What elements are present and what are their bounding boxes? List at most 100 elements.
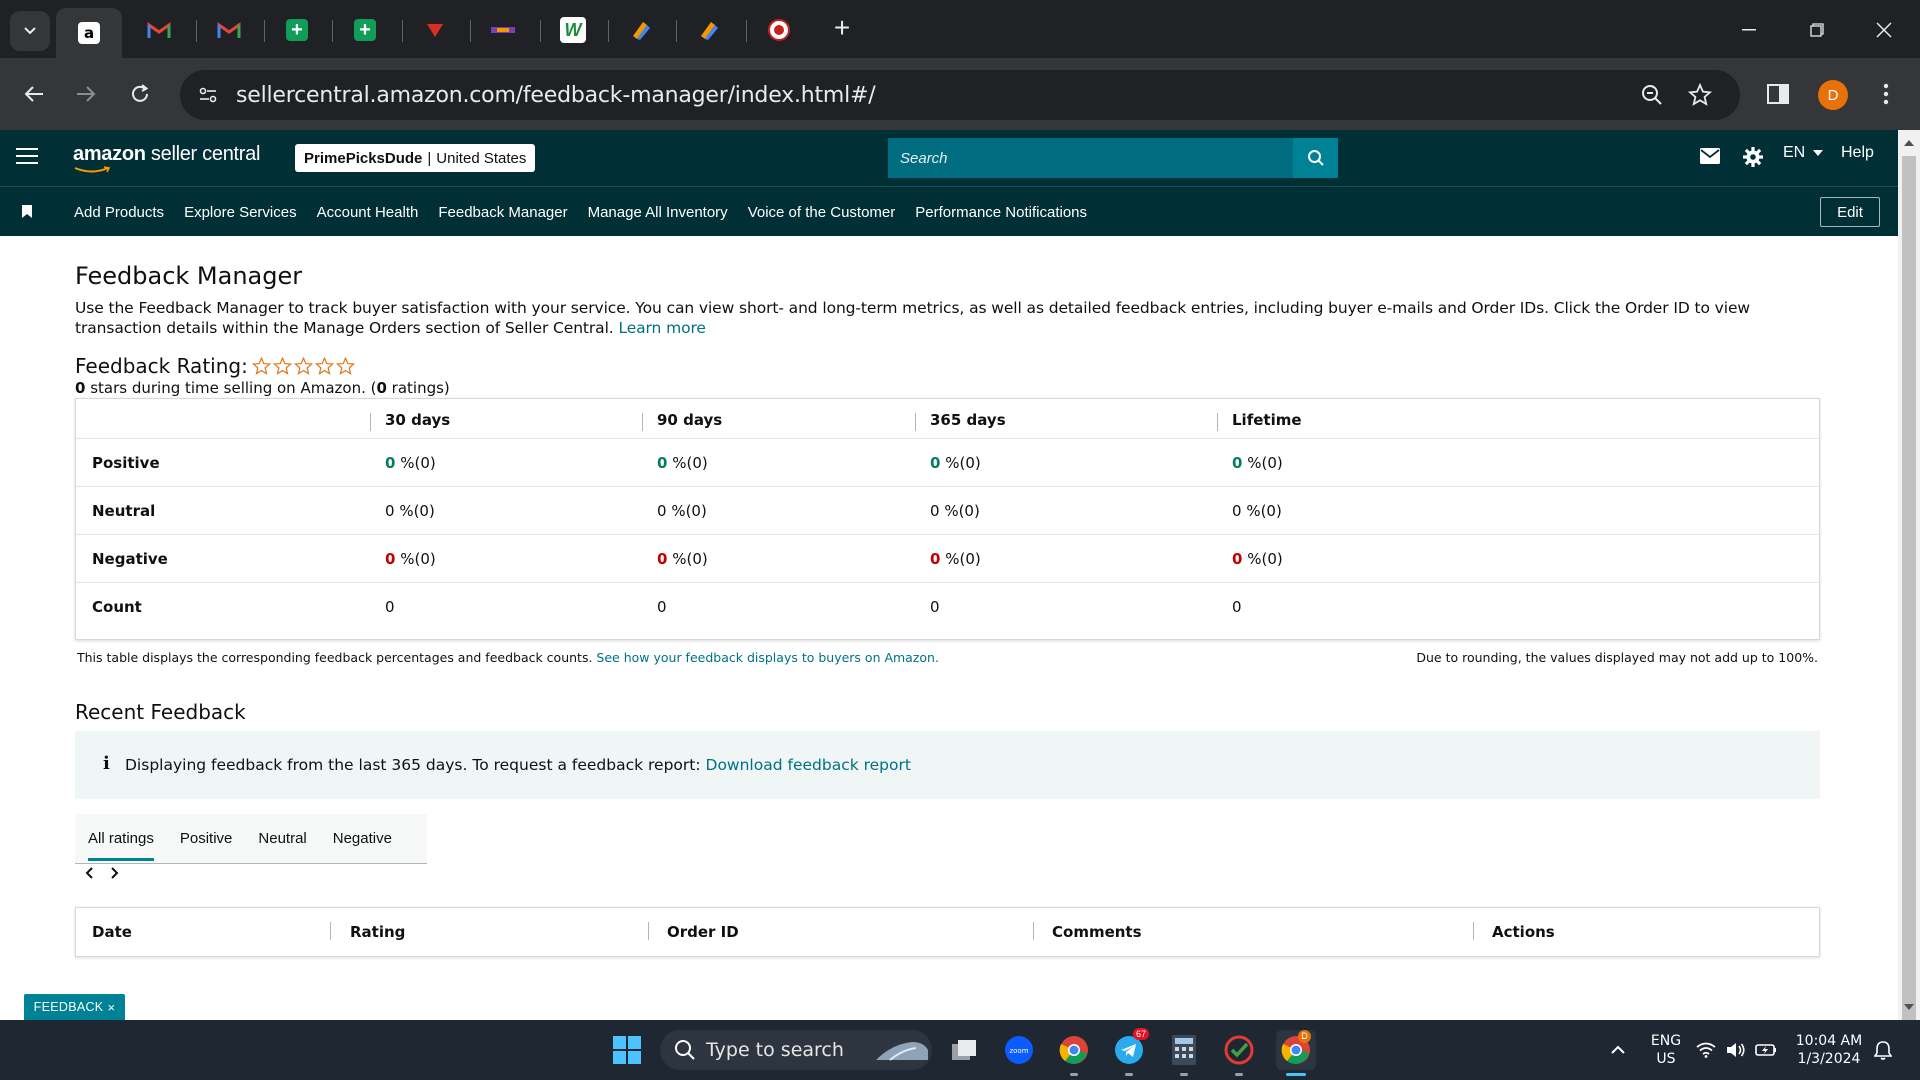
volume-icon[interactable] (1724, 1032, 1748, 1068)
show-hidden-icons-button[interactable] (1600, 1032, 1636, 1068)
minimize-button[interactable] (1727, 12, 1771, 48)
bookmark-icon[interactable] (22, 205, 32, 218)
tab-neutral[interactable]: Neutral (245, 814, 319, 864)
tab-negative[interactable]: Negative (320, 814, 405, 864)
seller-central-header: amazon seller central PrimePicksDude | U… (0, 130, 1898, 186)
nav-item-performance-notifications[interactable]: Performance Notifications (915, 204, 1087, 221)
taskbar-telegram[interactable]: 67 (1111, 1028, 1150, 1068)
browser-tab-site-2[interactable] (470, 8, 536, 52)
taskbar-zoom[interactable]: zoom (1001, 1032, 1037, 1068)
table-cell: 0 (930, 598, 940, 616)
table-cell: 0 %(0) (1232, 550, 1283, 568)
browser-tab-tool-1[interactable] (608, 8, 674, 52)
scroll-down-icon[interactable] (1904, 1004, 1914, 1010)
browser-tab-amazon[interactable]: a (56, 8, 122, 58)
rating-stars (251, 357, 357, 375)
clock[interactable]: 10:04 AM 1/3/2024 (1792, 1032, 1866, 1068)
browser-tab-tool-2[interactable] (676, 8, 742, 52)
search-input[interactable] (888, 149, 1293, 167)
browser-tab-sheets-2[interactable]: + (332, 8, 398, 52)
search-highlight-icon (875, 1042, 928, 1061)
tab-all-ratings[interactable]: All ratings (75, 814, 167, 864)
search-button[interactable] (1293, 138, 1338, 178)
tool-icon (633, 22, 650, 40)
learn-more-link[interactable]: Learn more (618, 319, 706, 337)
nav-item-account-health[interactable]: Account Health (317, 204, 419, 221)
taskbar-chrome-2[interactable]: D (1276, 1030, 1316, 1070)
table-cell: 0 %(0) (1232, 502, 1282, 520)
browser-toolbar: sellercentral.amazon.com/feedback-manage… (0, 58, 1920, 130)
side-panel-icon[interactable] (1762, 78, 1794, 110)
browser-tab-gmail-1[interactable] (126, 8, 192, 52)
zoom-icon[interactable] (1636, 79, 1668, 111)
close-icon[interactable]: × (107, 1000, 115, 1015)
site-settings-icon[interactable] (192, 79, 224, 111)
rating-filter-tabs: All ratings Positive Neutral Negative (75, 814, 427, 864)
seller-central-logo[interactable]: amazon seller central (73, 143, 260, 166)
amazon-icon: a (78, 22, 100, 44)
column-header-date[interactable]: Date (92, 923, 132, 941)
search-icon (1307, 150, 1324, 166)
nav-item-add-products[interactable]: Add Products (74, 204, 164, 221)
nav-item-explore-services[interactable]: Explore Services (184, 204, 297, 221)
table-cell: 0 (1232, 598, 1242, 616)
feedback-widget-tab[interactable]: FEEDBACK × (24, 994, 125, 1020)
chevron-right-icon[interactable] (109, 866, 121, 880)
feedback-display-link[interactable]: See how your feedback displays to buyers… (596, 650, 939, 665)
taskbar-ticktick[interactable] (1221, 1032, 1257, 1068)
table-row-positive: Positive 0 %(0) 0 %(0) 0 %(0) 0 %(0) (76, 439, 1819, 487)
hamburger-menu-icon[interactable] (16, 148, 38, 168)
browser-tab-gmail-2[interactable] (196, 8, 262, 52)
taskbar-search[interactable]: Type to search (660, 1030, 932, 1070)
address-bar[interactable]: sellercentral.amazon.com/feedback-manage… (180, 70, 1740, 120)
taskbar-calculator[interactable] (1166, 1032, 1202, 1068)
taskbar-chrome-1[interactable] (1056, 1032, 1092, 1068)
wifi-icon[interactable] (1694, 1032, 1718, 1068)
input-language-indicator[interactable]: ENG US (1648, 1032, 1684, 1068)
bookmark-star-icon[interactable] (1684, 79, 1716, 111)
battery-icon[interactable] (1754, 1032, 1778, 1068)
feedback-metrics-table: 30 days 90 days 365 days Lifetime Positi… (75, 398, 1820, 640)
settings-gear-icon[interactable] (1742, 146, 1764, 173)
tab-positive[interactable]: Positive (167, 814, 246, 864)
back-button[interactable] (16, 76, 52, 112)
browser-tab-site-3[interactable] (746, 8, 812, 52)
nav-item-manage-all-inventory[interactable]: Manage All Inventory (588, 204, 728, 221)
info-icon: i (103, 753, 110, 774)
column-header-order-id[interactable]: Order ID (667, 923, 739, 941)
browser-tab-site-1[interactable] (402, 8, 468, 52)
edit-nav-button[interactable]: Edit (1820, 197, 1880, 227)
checkmark-app-icon (1224, 1035, 1254, 1065)
task-view-button[interactable] (946, 1032, 982, 1068)
download-feedback-report-link[interactable]: Download feedback report (706, 756, 911, 774)
scroll-up-icon[interactable] (1904, 140, 1914, 146)
column-header-comments[interactable]: Comments (1052, 923, 1142, 941)
notification-bell-icon[interactable] (1868, 1032, 1898, 1068)
column-header-rating[interactable]: Rating (350, 923, 405, 941)
page-scrollbar[interactable] (1898, 130, 1920, 1036)
profile-avatar[interactable]: D (1818, 80, 1848, 110)
chevron-left-icon[interactable] (83, 866, 95, 880)
arrow-left-icon (24, 86, 43, 102)
forward-button[interactable] (68, 76, 104, 112)
nav-item-voice-of-the-customer[interactable]: Voice of the Customer (748, 204, 896, 221)
browser-tab-w-app[interactable]: W (540, 8, 606, 52)
browser-tab-sheets-1[interactable]: + (264, 8, 330, 52)
scrollbar-thumb[interactable] (1902, 156, 1916, 1036)
language-selector[interactable]: EN (1783, 144, 1823, 162)
restore-button[interactable] (1795, 12, 1839, 48)
messages-icon[interactable] (1700, 148, 1720, 169)
start-button[interactable] (609, 1032, 645, 1068)
rounding-note: Due to rounding, the values displayed ma… (1416, 650, 1818, 665)
nav-item-feedback-manager[interactable]: Feedback Manager (438, 204, 567, 221)
tab-search-button[interactable] (10, 11, 50, 51)
close-window-button[interactable] (1862, 12, 1906, 48)
reload-button[interactable] (122, 76, 158, 112)
new-tab-button[interactable]: + (826, 13, 858, 45)
minimize-icon (1742, 29, 1756, 31)
tab-pager (83, 866, 121, 880)
star-empty-icon (335, 357, 355, 375)
store-selector[interactable]: PrimePicksDude | United States (295, 144, 536, 172)
kebab-menu-icon[interactable] (1870, 78, 1902, 110)
help-link[interactable]: Help (1841, 144, 1874, 162)
